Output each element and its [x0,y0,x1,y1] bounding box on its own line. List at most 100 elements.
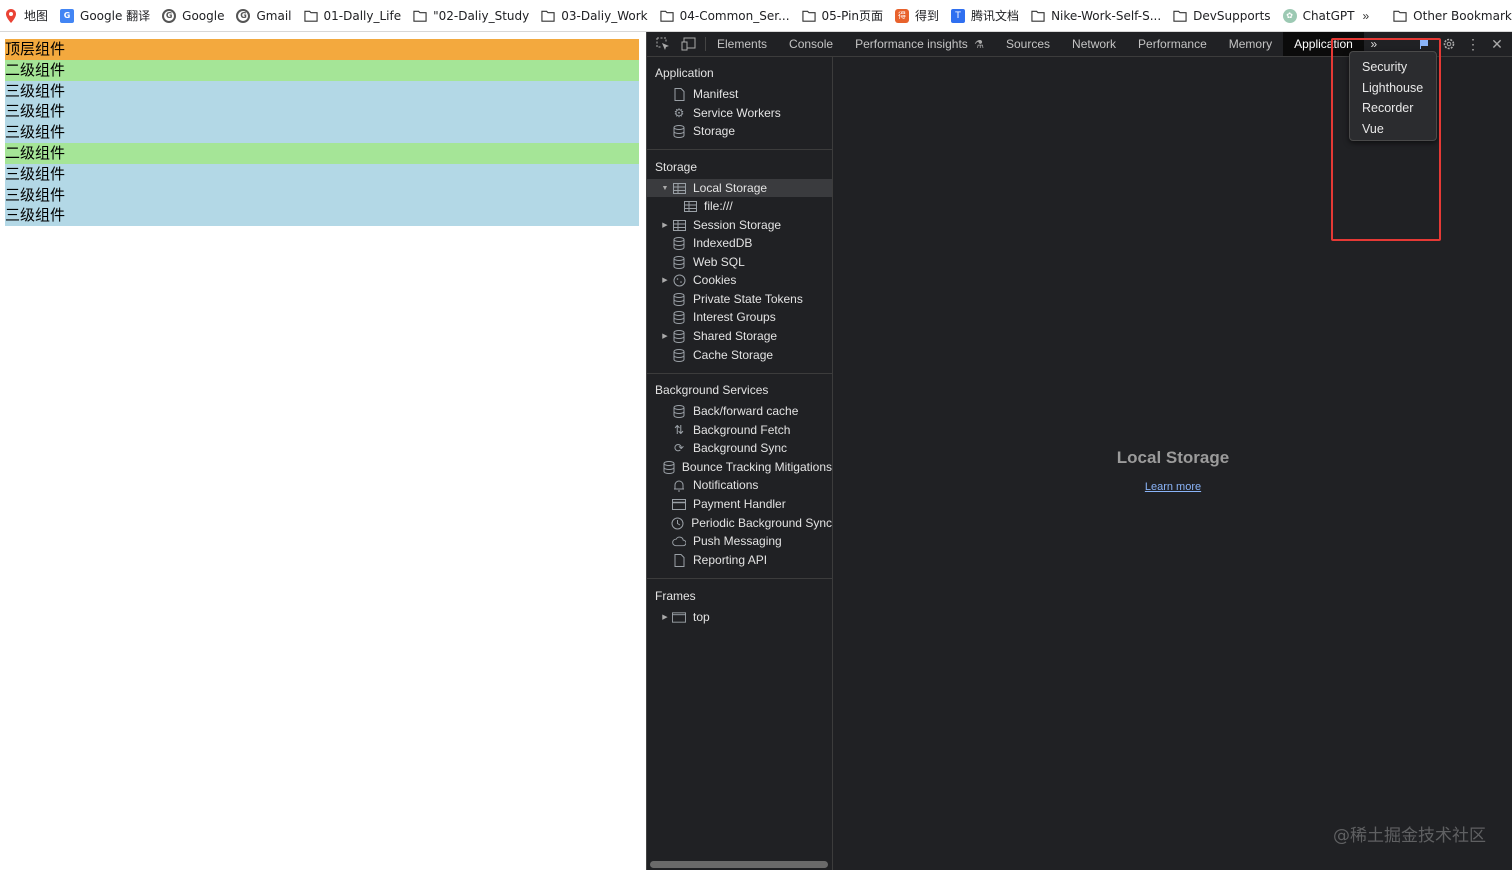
frame-window-icon [672,610,686,624]
tab-performance[interactable]: Performance [1127,32,1218,56]
tab-sources[interactable]: Sources [995,32,1061,56]
bookmark-dedao[interactable]: 得 得到 [891,4,943,28]
bookmark-map[interactable]: 地图 [0,4,52,28]
folder-icon [1031,9,1045,23]
sidebar-item-periodic-background-sync[interactable]: Periodic Background Sync [647,514,832,532]
sidebar-item-session-storage[interactable]: ▶ Session Storage [647,216,832,234]
folder-icon [801,9,816,23]
folder-icon [659,9,674,23]
sidebar-item-background-sync[interactable]: ⟳ Background Sync [647,439,832,457]
sidebar-item-manifest[interactable]: Manifest [647,85,832,103]
bookmark-folder-02[interactable]: "02-Daliy_Study [409,4,533,28]
watermark: @稀土掘金技术社区 [1333,826,1486,846]
bookmark-label: Nike-Work-Self-S... [1051,8,1162,23]
table-grid-icon [672,181,686,195]
folder-icon [1173,9,1187,23]
expand-right-arrow-icon[interactable]: ▶ [660,276,670,284]
sidebar-item-label: Cookies [693,273,737,287]
sidebar-item-label: Back/forward cache [693,404,799,418]
folder-icon [303,9,318,23]
sidebar-item-service-workers[interactable]: ⚙ Service Workers [647,104,832,122]
sidebar-item-label: IndexedDB [693,236,753,250]
sidebar-item-label: Shared Storage [693,329,778,343]
sidebar-item-push-messaging[interactable]: Push Messaging [647,532,832,550]
bookmark-label: 01-Dally_Life [323,8,402,23]
sidebar-item-reporting-api[interactable]: Reporting API [647,551,832,569]
sidebar-item-web-sql[interactable]: Web SQL [647,253,832,271]
document-icon [672,87,686,101]
bookmark-folder-nike[interactable]: Nike-Work-Self-S... [1027,4,1165,28]
section-divider [647,373,832,374]
map-pin-icon [4,8,18,23]
tab-elements[interactable]: Elements [706,32,778,56]
database-icon [672,310,686,324]
expand-right-arrow-icon[interactable]: ▶ [660,221,670,229]
bookmark-google[interactable]: G Google [158,4,228,28]
sidebar-item-private-state-tokens[interactable]: Private State Tokens [647,290,832,308]
sidebar-item-local-storage-file[interactable]: file:/// [647,197,832,215]
chatgpt-icon: ✿ [1282,8,1297,23]
sidebar-item-indexeddb[interactable]: IndexedDB [647,234,832,252]
bookmark-label: Google [182,8,225,23]
bookmark-google-translate[interactable]: G Google 翻译 [56,4,154,28]
bookmark-other[interactable]: Other Bookmarks [1389,4,1512,28]
sidebar-item-label: Local Storage [693,181,768,195]
close-icon[interactable]: ✕ [1487,34,1507,54]
sidebar-horizontal-scrollbar[interactable] [650,861,828,868]
expand-down-arrow-icon[interactable]: ▼ [660,185,670,192]
sidebar-item-frame-top[interactable]: ▶ top [647,608,832,626]
cookie-icon [672,273,686,287]
level3-component: 三级组件 [5,80,639,102]
gears-icon: ⚙ [673,106,685,120]
bookmark-tencent-docs[interactable]: T 腾讯文档 [947,4,1023,28]
sidebar-item-label: Service Workers [693,106,781,120]
tab-performance-insights[interactable]: Performance insights ⚗ [844,32,995,56]
sidebar-item-cache-storage[interactable]: Cache Storage [647,346,832,364]
expand-right-arrow-icon[interactable]: ▶ [660,332,670,340]
credit-card-icon [672,497,686,511]
bookmarks-overflow-button[interactable]: » [1362,9,1369,23]
sidebar-item-label: Reporting API [693,553,768,567]
top-component: 顶层组件 [5,39,639,60]
sidebar-item-label: file:/// [704,199,733,213]
expand-right-arrow-icon[interactable]: ▶ [660,613,670,621]
google-icon: G [162,8,177,23]
sidebar-item-label: Private State Tokens [693,292,803,306]
inspect-element-icon[interactable] [653,34,673,54]
bookmark-chatgpt[interactable]: ✿ ChatGPT [1279,4,1359,28]
sidebar-item-background-fetch[interactable]: ⇅ Background Fetch [647,421,832,439]
bookmark-folder-03[interactable]: 03-Daliy_Work [537,4,651,28]
settings-gear-icon[interactable] [1439,34,1459,54]
bookmark-folder-01[interactable]: 01-Dally_Life [300,4,406,28]
sidebar-item-interest-groups[interactable]: Interest Groups [647,308,832,326]
more-options-kebab-icon[interactable]: ⋮ [1463,34,1483,54]
sidebar-item-bounce-tracking[interactable]: Bounce Tracking Mitigations [647,458,832,476]
component-list: 顶层组件 二级组件 三级组件 三级组件 三级组件 二级组件 三级组件 三级组件 … [5,39,639,227]
sidebar-item-back-forward-cache[interactable]: Back/forward cache [647,402,832,420]
sidebar-item-shared-storage[interactable]: ▶ Shared Storage [647,327,832,345]
sidebar-item-payment-handler[interactable]: Payment Handler [647,495,832,513]
page-viewport: 顶层组件 二级组件 三级组件 三级组件 三级组件 二级组件 三级组件 三级组件 … [0,32,646,870]
device-toggle-icon[interactable] [679,34,699,54]
bookmark-label: 地图 [24,9,49,23]
sidebar-item-notifications[interactable]: Notifications [647,476,832,494]
document-icon [672,553,686,567]
tab-network[interactable]: Network [1061,32,1127,56]
sidebar-item-cookies[interactable]: ▶ Cookies [647,271,832,289]
bookmark-label: Gmail [256,8,292,23]
learn-more-link[interactable]: Learn more [833,481,1512,493]
bookmark-label: 得到 [915,9,940,23]
sidebar-item-local-storage[interactable]: ▼ Local Storage [647,179,832,197]
bookmark-folder-05[interactable]: 05-Pin页面 [798,4,888,28]
level3-component: 三级组件 [5,205,639,227]
sidebar-item-label: Push Messaging [693,534,782,548]
bookmark-label: 05-Pin页面 [821,9,884,23]
tab-console[interactable]: Console [778,32,844,56]
experiment-flask-icon: ⚗ [974,39,984,51]
level3-component: 三级组件 [5,101,639,123]
tab-memory[interactable]: Memory [1218,32,1283,56]
sidebar-item-storage[interactable]: Storage [647,122,832,140]
bookmark-folder-devsupports[interactable]: DevSupports [1169,4,1274,28]
bookmark-folder-04[interactable]: 04-Common_Ser... [656,4,794,28]
bookmark-gmail[interactable]: G Gmail [232,4,295,28]
